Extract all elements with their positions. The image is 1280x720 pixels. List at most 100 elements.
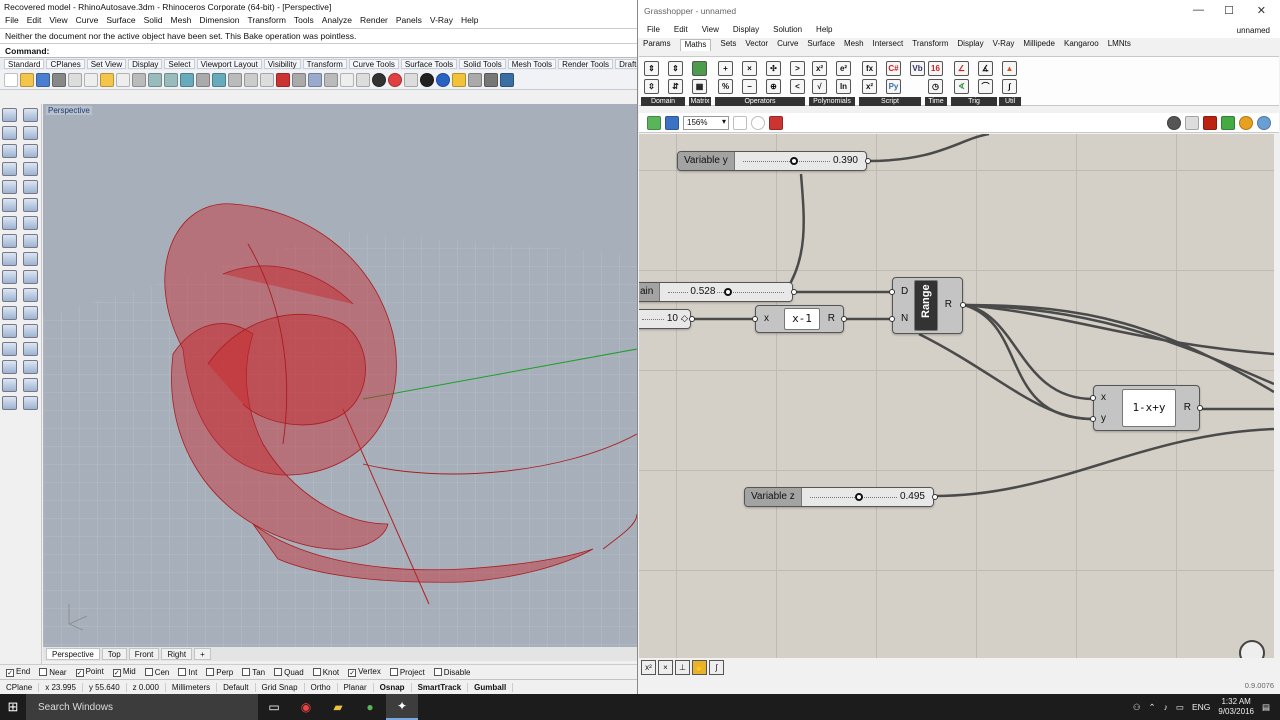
standard-tool-25-icon[interactable] [388,72,402,87]
standard-tool-4-icon[interactable] [52,72,66,87]
left-tool-17-icon[interactable] [2,252,17,266]
expr2-y-grip[interactable] [1090,416,1096,422]
zoom-dropdown[interactable]: 156% [683,115,729,130]
left-tool-24-icon[interactable] [23,306,38,320]
shaded-icon[interactable] [1203,115,1217,130]
standard-tool-24-icon[interactable] [372,72,386,87]
rhino-menu-help[interactable]: Help [461,15,478,27]
add-icon[interactable]: + [718,61,733,76]
standard-tool-12-icon[interactable] [180,72,194,87]
standard-tool-6-icon[interactable] [84,72,98,87]
left-tool-9-icon[interactable] [2,180,17,194]
rhino-menu-view[interactable]: View [49,15,67,27]
multiply-bottom-icon[interactable]: × [658,660,673,675]
clock-icon[interactable]: ◷ [928,79,943,94]
slider-z-track[interactable]: 0.495 [801,488,933,506]
osnap-disable-checkbox[interactable] [433,667,442,676]
matrix-icon[interactable] [692,61,707,76]
left-tool-27-icon[interactable] [2,342,17,356]
standard-tool-3-icon[interactable] [36,72,50,87]
left-tool-14-icon[interactable] [23,216,38,230]
tray-volume-icon[interactable]: ♪ [1164,702,1168,712]
slider-y-handle[interactable] [790,157,799,165]
gh-tab-transform[interactable]: Transform [912,39,948,51]
standard-tool-20-icon[interactable] [308,72,322,87]
rhino-menu-edit[interactable]: Edit [27,15,42,27]
left-tool-15-icon[interactable] [2,234,17,248]
slider-count[interactable]: 10 ◇ [639,309,695,329]
gh-tab-surface[interactable]: Surface [807,39,835,51]
left-tool-29-icon[interactable] [2,360,17,374]
domain2-icon[interactable]: ⇕ [668,61,683,76]
viewport-tab-front[interactable]: Front [128,648,160,660]
tray-lang[interactable]: ENG [1192,702,1210,712]
log-icon[interactable]: e² [836,61,851,76]
viewport-tab-right[interactable]: Right [161,648,193,660]
rhino-menu-surface[interactable]: Surface [106,15,135,27]
osnap-cen-checkbox[interactable] [144,667,153,676]
status-grid-snap[interactable]: Grid Snap [256,682,305,692]
slider-variable-y[interactable]: Variable y 0.390 [677,151,871,171]
rhino-menu-v-ray[interactable]: V-Ray [430,15,453,27]
viewport-tab-perspective[interactable]: Perspective [46,648,100,660]
rhino-menu-curve[interactable]: Curve [76,15,99,27]
osnap-point-checkbox[interactable]: ✓ [75,669,84,677]
gh-doc-name[interactable]: unnamed [1237,26,1270,35]
gh-menu-file[interactable]: File [647,25,660,37]
left-tool-18-icon[interactable] [23,252,38,266]
osnap-quad-checkbox[interactable] [274,667,283,676]
left-tool-21-icon[interactable] [2,288,17,302]
standard-tool-27-icon[interactable] [420,72,434,87]
status-layer[interactable]: Default [217,682,256,692]
left-tool-2-icon[interactable] [23,108,38,122]
tray-people-icon[interactable]: ⚇ [1133,702,1141,713]
arc-icon[interactable]: ⌒ [978,79,993,94]
osnap-knot[interactable]: Knot [312,667,339,677]
standard-tool-5-icon[interactable] [68,72,82,87]
gh-tab-intersect[interactable]: Intersect [873,39,904,51]
viewport-tab-top[interactable]: Top [101,648,127,660]
preview-selected-icon[interactable] [1221,115,1235,130]
divide-icon[interactable]: % [718,79,733,94]
osnap-perp[interactable]: Perp [206,667,233,677]
remap-icon[interactable]: ⇵ [668,79,683,94]
chrome-icon[interactable]: ◉ [290,694,322,720]
gh-menu-solution[interactable]: Solution [773,25,802,37]
expr2-input-y[interactable]: y [1101,413,1106,424]
toolbar-tab-curve-tools[interactable]: Curve Tools [348,59,399,69]
display-icon[interactable] [1257,115,1271,130]
rhino-menu-solid[interactable]: Solid [144,15,163,27]
left-tool-3-icon[interactable] [2,126,17,140]
standard-tool-19-icon[interactable] [292,72,306,87]
range-output-grip[interactable] [960,302,966,308]
standard-tool-14-icon[interactable] [212,72,226,87]
osnap-disable[interactable]: Disable [433,667,470,677]
bounds-icon[interactable]: ⇳ [644,79,659,94]
standard-tool-31-icon[interactable] [484,72,498,87]
expression-icon[interactable]: fx [862,61,877,76]
osnap-perp-checkbox[interactable] [206,667,215,676]
toolbar-tab-solid-tools[interactable]: Solid Tools [459,59,506,69]
slider-z-handle[interactable] [854,493,863,501]
power-bottom-icon[interactable]: x² [641,660,656,675]
rhino-menu-panels[interactable]: Panels [396,15,422,27]
open-file-icon[interactable] [647,115,661,130]
render-icon[interactable] [1239,115,1253,130]
left-tool-31-icon[interactable] [2,378,17,392]
osnap-vertex[interactable]: ✓ Vertex [348,667,381,677]
gh-tab-params[interactable]: Params [643,39,671,51]
gh-tab-display[interactable]: Display [957,39,983,51]
left-tool-10-icon[interactable] [23,180,38,194]
range-n-grip[interactable] [889,316,895,322]
viewport-title[interactable]: Perspective [46,106,92,115]
left-tool-23-icon[interactable] [2,306,17,320]
gh-tab-sets[interactable]: Sets [720,39,736,51]
viewport-tab-add[interactable]: + [194,648,211,660]
standard-tool-2-icon[interactable] [20,72,34,87]
status-smarttrack[interactable]: SmartTrack [412,682,469,692]
status-gumball[interactable]: Gumball [468,682,514,692]
rhino-menu-file[interactable]: File [5,15,19,27]
preview-mode-icon[interactable] [1167,115,1181,130]
eval-icon[interactable]: x² [862,79,877,94]
osnap-cen[interactable]: Cen [144,667,169,677]
